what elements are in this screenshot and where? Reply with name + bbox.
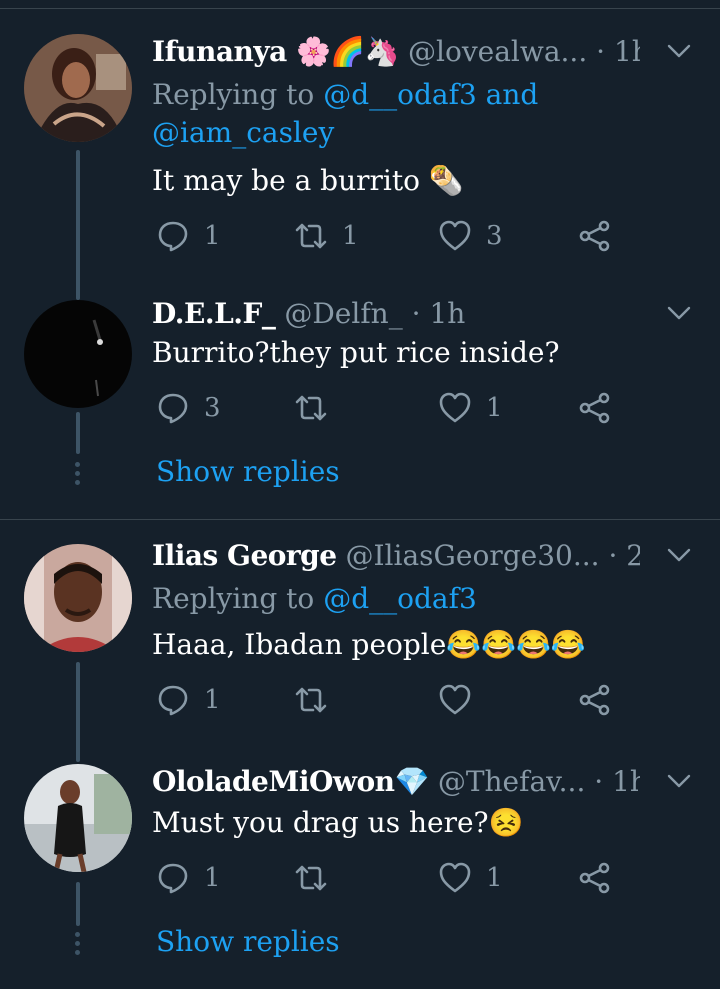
like-button[interactable]: 1 [438,858,503,898]
like-count: 1 [486,393,503,423]
share-button[interactable] [578,680,626,720]
retweet-button[interactable]: 1 [294,216,359,256]
retweet-count: 1 [342,221,359,251]
tweet-text: Haaa, Ibadan people😂😂😂😂 [152,628,586,661]
chevron-down-icon[interactable] [666,300,692,326]
thread-line [76,412,80,454]
tweet-header: Ifunanya 🌸🌈🦄 @lovealwa... · 1h [152,32,640,72]
share-button[interactable] [578,388,626,428]
chevron-down-icon[interactable] [666,768,692,794]
tweet-text: Burrito?they put rice inside? [152,336,560,369]
share-icon [579,684,610,716]
reply-icon [158,393,188,424]
user-handle[interactable]: @IliasGeorge30... [345,539,599,572]
separator-dot: · [411,297,421,330]
timestamp[interactable]: 1h [612,765,640,798]
share-icon [579,862,610,894]
thread-line [76,882,80,926]
display-name[interactable]: Ilias George [152,539,337,572]
replying-to: Replying to @d__odaf3 and @iam_casley [152,76,672,152]
retweet-icon [295,687,327,713]
reply-button[interactable]: 1 [156,680,221,720]
like-count: 1 [486,863,503,893]
retweet-button[interactable] [294,388,342,428]
retweet-icon [295,395,327,421]
reply-count: 1 [204,863,221,893]
share-icon [579,220,610,252]
replying-to-label: Replying to [152,78,315,111]
tweet-actions: 1 1 [152,858,632,898]
tweet-actions: 3 1 [152,388,632,428]
tweet-actions: 1 1 3 [152,216,632,256]
heart-icon [439,684,471,715]
tweet-header: D.E.L.F_ @Delfn_ · 1h [152,294,640,334]
reply-button[interactable]: 1 [156,858,221,898]
like-button[interactable]: 1 [438,388,503,428]
chevron-down-icon[interactable] [666,542,692,568]
top-divider [0,8,720,9]
divider [0,519,720,520]
user-handle[interactable]: @Delfn_ [284,297,402,330]
reply-count: 1 [204,221,221,251]
timestamp[interactable]: 2h [626,539,640,572]
show-replies-link[interactable]: Show replies [156,922,340,962]
like-button[interactable]: 3 [438,216,503,256]
share-icon [579,392,610,424]
display-name[interactable]: OloladeMiOwon💎 [152,765,429,798]
display-name[interactable]: Ifunanya 🌸🌈🦄 [152,35,400,68]
like-count: 3 [486,221,503,251]
reply-icon [158,863,188,894]
replying-to-users[interactable]: @d__odaf3 [323,582,477,615]
share-button[interactable] [578,216,626,256]
thread-dots [75,932,81,959]
show-replies-link[interactable]: Show replies [156,452,340,492]
user-handle[interactable]: @lovealwa... [408,35,587,68]
tweet-header: Ilias George @IliasGeorge30... · 2h [152,536,640,576]
retweet-button[interactable] [294,858,342,898]
avatar[interactable] [24,764,132,872]
timestamp[interactable]: 1h [614,35,640,68]
like-button[interactable] [438,680,486,720]
retweet-icon [295,223,327,249]
replying-to-label: Replying to [152,582,315,615]
retweet-button[interactable] [294,680,342,720]
reply-count: 1 [204,685,221,715]
separator-dot: · [594,765,604,798]
thread-line [76,662,80,762]
tweet-actions: 1 [152,680,632,720]
reply-icon [158,685,188,716]
avatar[interactable] [24,300,132,408]
share-button[interactable] [578,858,626,898]
heart-icon [439,392,471,423]
retweet-icon [295,865,327,891]
heart-icon [439,862,471,893]
timestamp[interactable]: 1h [429,297,465,330]
avatar[interactable] [24,544,132,652]
thread-dots [75,462,81,489]
user-handle[interactable]: @Thefav... [438,765,586,798]
avatar[interactable] [24,34,132,142]
tweet-text: It may be a burrito 🌯 [152,164,464,197]
tweet-text: Must you drag us here?😣 [152,806,524,839]
reply-button[interactable]: 1 [156,216,221,256]
reply-count: 3 [204,393,221,423]
heart-icon [439,220,471,251]
display-name[interactable]: D.E.L.F_ [152,297,276,330]
separator-dot: · [608,539,618,572]
replying-to: Replying to @d__odaf3 [152,580,672,618]
tweet-header: OloladeMiOwon💎 @Thefav... · 1h [152,762,640,802]
separator-dot: · [596,35,606,68]
thread-line [76,150,80,300]
reply-button[interactable]: 3 [156,388,221,428]
chevron-down-icon[interactable] [666,38,692,64]
reply-icon [158,221,188,252]
